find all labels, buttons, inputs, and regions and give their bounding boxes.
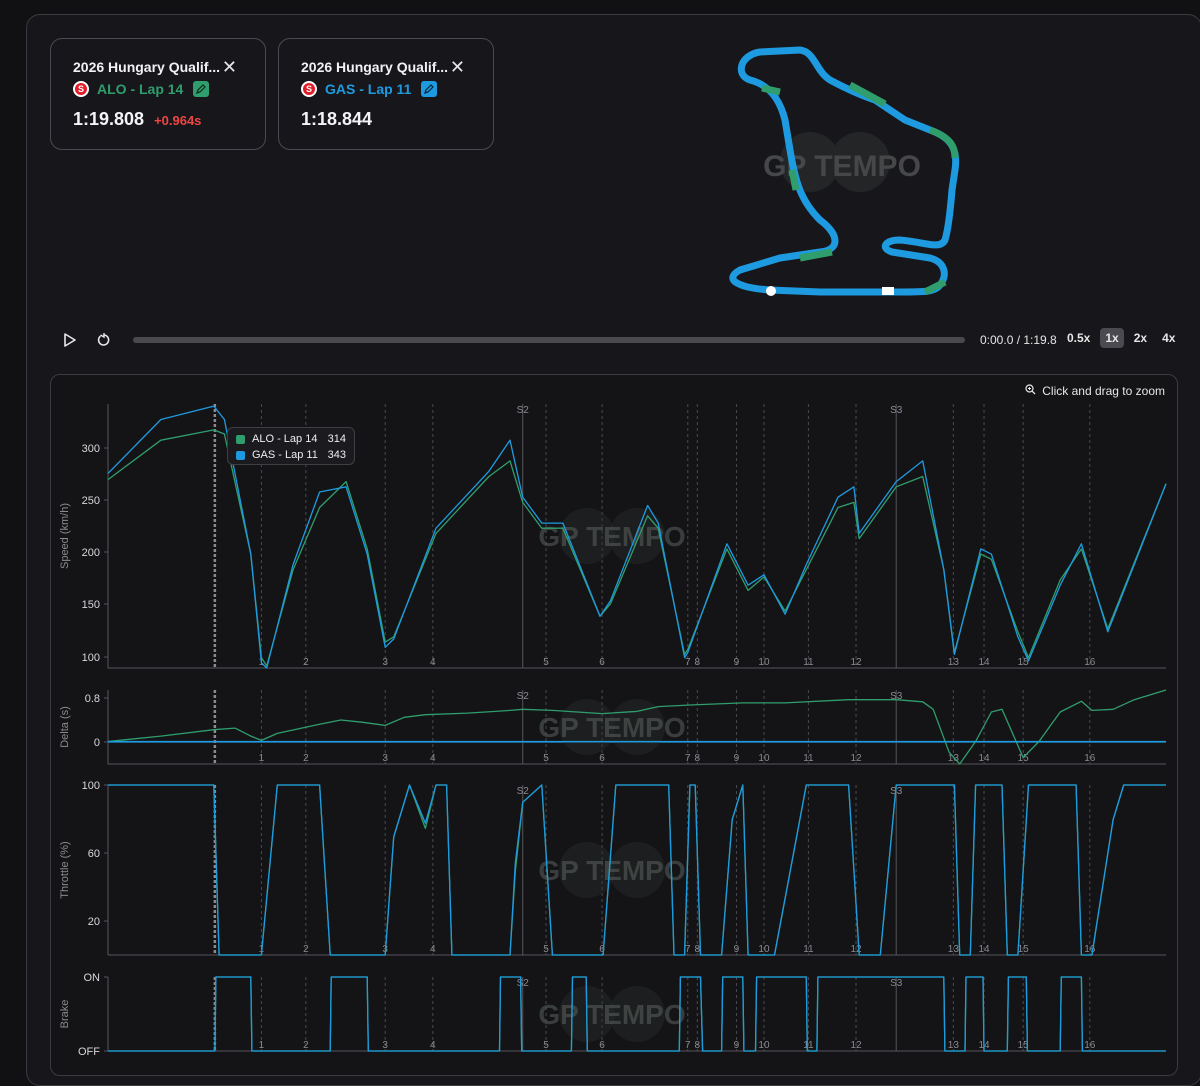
corner-label: 3: [382, 1040, 388, 1051]
corner-label: 6: [599, 657, 605, 668]
corner-label: 9: [734, 753, 740, 764]
y-tick-label: 300: [82, 443, 100, 455]
corner-label: 12: [850, 944, 862, 955]
legend-swatch-gas: [236, 450, 245, 460]
watermark-text: GP TEMPO: [538, 855, 685, 886]
corner-label: 9: [734, 944, 740, 955]
corner-label: 12: [850, 753, 862, 764]
y-axis-label: Brake: [59, 1000, 71, 1029]
watermark-text: GP TEMPO: [538, 999, 685, 1030]
corner-label: 10: [758, 1040, 770, 1051]
corner-label: 16: [1084, 657, 1096, 668]
corner-label: 14: [978, 944, 990, 955]
y-tick-label: 100: [82, 652, 100, 664]
corner-label: 1: [259, 1040, 265, 1051]
sector-label: S2: [517, 978, 530, 989]
corner-label: 12: [850, 657, 862, 668]
sector-label: S2: [517, 786, 530, 797]
corner-label: 3: [382, 753, 388, 764]
corner-label: 7: [685, 944, 691, 955]
corner-label: 5: [543, 1040, 549, 1051]
corner-label: 12: [850, 1040, 862, 1051]
corner-label: 8: [695, 753, 701, 764]
tooltip-label: ALO - Lap 14: [252, 433, 318, 445]
corner-label: 2: [303, 944, 309, 955]
corner-label: 11: [803, 1040, 814, 1051]
corner-label: 10: [758, 753, 770, 764]
corner-label: 2: [303, 1040, 309, 1051]
watermark-text: GP TEMPO: [538, 712, 685, 743]
corner-label: 2: [303, 657, 309, 668]
corner-label: 8: [695, 1040, 701, 1051]
corner-label: 4: [430, 657, 436, 668]
corner-label: 2: [303, 753, 309, 764]
corner-label: 4: [430, 753, 436, 764]
y-axis-label: Speed (km/h): [59, 503, 71, 569]
chart-tooltip: ALO - Lap 14 314 GAS - Lap 11 343: [227, 427, 355, 465]
y-tick-label: 200: [82, 547, 100, 559]
y-tick-label: 0: [94, 737, 100, 749]
sector-label: S3: [890, 405, 903, 416]
telemetry-charts[interactable]: Speed (km/h)1001502002503001 2 3 4 5 6 7 8 9 10 11…: [0, 0, 1200, 1059]
corner-label: 7: [685, 753, 691, 764]
corner-label: 16: [1084, 1040, 1096, 1051]
y-tick-label: 20: [88, 916, 100, 928]
y-tick-label: 150: [82, 599, 100, 611]
y-axis-label: Delta (s): [59, 706, 71, 748]
corner-label: 7: [685, 1040, 691, 1051]
corner-label: 14: [978, 753, 990, 764]
legend-swatch-alo: [236, 434, 245, 444]
corner-label: 13: [948, 657, 960, 668]
corner-label: 9: [734, 657, 740, 668]
sector-label: S2: [517, 691, 530, 702]
corner-label: 11: [803, 944, 814, 955]
corner-label: 15: [1018, 944, 1030, 955]
corner-label: 16: [1084, 753, 1096, 764]
y-tick-label: 100: [82, 780, 100, 792]
corner-label: 14: [978, 657, 990, 668]
y-tick-label: 250: [82, 495, 100, 507]
y-tick-label: OFF: [78, 1046, 100, 1058]
corner-label: 5: [543, 753, 549, 764]
corner-label: 4: [430, 944, 436, 955]
corner-label: 16: [1084, 944, 1096, 955]
corner-label: 5: [543, 657, 549, 668]
y-tick-label: 60: [88, 848, 100, 860]
sector-label: S2: [517, 405, 530, 416]
corner-label: 6: [599, 1040, 605, 1051]
y-tick-label: 0.8: [85, 693, 100, 705]
corner-label: 10: [758, 944, 770, 955]
corner-label: 11: [803, 657, 814, 668]
sector-label: S3: [890, 978, 903, 989]
corner-label: 10: [758, 657, 770, 668]
corner-label: 7: [685, 657, 691, 668]
corner-label: 15: [1018, 753, 1030, 764]
tooltip-label: GAS - Lap 11: [252, 449, 318, 461]
corner-label: 11: [803, 753, 814, 764]
tooltip-value: 343: [327, 449, 346, 461]
y-axis-label: Throttle (%): [59, 841, 71, 898]
tooltip-value: 314: [327, 433, 346, 445]
corner-label: 3: [382, 657, 388, 668]
corner-label: 9: [734, 1040, 740, 1051]
corner-label: 13: [948, 944, 960, 955]
corner-label: 1: [259, 753, 265, 764]
corner-label: 4: [430, 1040, 436, 1051]
corner-label: 6: [599, 753, 605, 764]
corner-label: 8: [695, 657, 701, 668]
corner-label: 5: [543, 944, 549, 955]
y-tick-label: ON: [84, 972, 101, 984]
corner-label: 13: [948, 1040, 960, 1051]
